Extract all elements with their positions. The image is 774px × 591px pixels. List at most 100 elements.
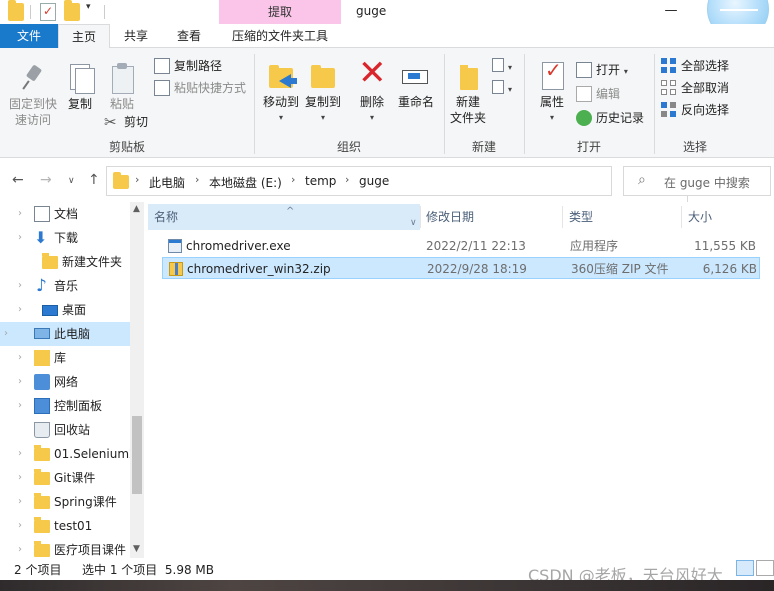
copy-path-label: 复制路径 xyxy=(174,59,223,73)
nav-pane-scrollbar[interactable]: ▲ ▼ xyxy=(130,202,144,558)
nav-item-medical-courseware[interactable]: › 医疗项目课件 xyxy=(0,538,130,558)
recent-locations-chevron-icon[interactable]: ∨ xyxy=(68,176,75,186)
nav-item-recycle-bin[interactable]: 回收站 xyxy=(0,418,130,442)
delete-button[interactable]: ✕ 删除 ▾ xyxy=(354,56,390,126)
nav-item-label: 库 xyxy=(54,351,67,365)
nav-item-label: 音乐 xyxy=(54,279,79,293)
expand-chevron-icon[interactable]: › xyxy=(18,370,22,394)
forward-arrow-icon[interactable]: → xyxy=(40,172,52,188)
easy-access-button[interactable]: ▾ xyxy=(492,78,512,98)
nav-item-downloads[interactable]: › 下载 xyxy=(0,226,130,250)
select-all-button[interactable]: 全部选择 xyxy=(661,56,729,76)
expand-chevron-icon[interactable]: › xyxy=(18,490,22,514)
details-view-icon[interactable] xyxy=(736,560,754,576)
minimize-button[interactable]: — xyxy=(648,0,694,24)
copy-button[interactable]: 复制 xyxy=(62,62,98,112)
scroll-up-icon[interactable]: ▲ xyxy=(133,204,140,214)
customize-quick-access-chevron-icon[interactable]: ▾ xyxy=(86,2,91,12)
history-button[interactable]: 历史记录 xyxy=(576,108,644,128)
breadcrumb-chevron-icon[interactable]: › xyxy=(345,173,349,186)
select-none-button[interactable]: 全部取消 xyxy=(661,78,729,98)
invert-selection-button[interactable]: 反向选择 xyxy=(661,100,729,120)
scroll-down-icon[interactable]: ▼ xyxy=(133,544,140,554)
rename-button[interactable]: 重命名 xyxy=(394,60,438,110)
nav-item-music[interactable]: › 音乐 xyxy=(0,274,130,298)
nav-item-control-panel[interactable]: › 控制面板 xyxy=(0,394,130,418)
scrollbar-thumb[interactable] xyxy=(132,416,142,494)
select-all-label: 全部选择 xyxy=(681,59,730,73)
edit-button[interactable]: 编辑 xyxy=(576,84,620,104)
paste-button[interactable]: 粘贴 xyxy=(104,62,140,112)
expand-chevron-icon[interactable]: › xyxy=(18,538,22,558)
tab-share[interactable]: 共享 xyxy=(112,24,160,48)
column-header-type[interactable]: 类型 xyxy=(563,204,681,230)
expand-chevron-icon[interactable]: › xyxy=(18,346,22,370)
nav-item-libraries[interactable]: › 库 xyxy=(0,346,130,370)
large-icons-view-icon[interactable] xyxy=(756,560,774,576)
nav-item-new-folder[interactable]: 新建文件夹 xyxy=(0,250,130,274)
nav-item-git-courseware[interactable]: › Git课件 xyxy=(0,466,130,490)
nav-item-desktop[interactable]: › 桌面 xyxy=(0,298,130,322)
pin-to-quick-access-button[interactable]: 固定到快 速访问 xyxy=(4,62,62,128)
expand-chevron-icon[interactable]: › xyxy=(18,514,22,538)
invert-selection-icon xyxy=(661,102,677,118)
history-label: 历史记录 xyxy=(596,111,645,125)
back-arrow-icon[interactable]: ← xyxy=(12,172,24,188)
network-icon xyxy=(34,374,50,390)
up-arrow-icon[interactable]: ↑ xyxy=(88,172,100,188)
breadcrumb-chevron-icon[interactable]: › xyxy=(195,173,199,186)
open-button[interactable]: 打开 ▾ xyxy=(576,60,628,80)
nav-item-this-pc[interactable]: › 此电脑 xyxy=(0,322,130,346)
nav-item-selenium2[interactable]: › 01.Selenium2 xyxy=(0,442,130,466)
breadcrumb-temp[interactable]: temp xyxy=(305,174,336,188)
file-row[interactable]: chromedriver_win32.zip 2022/9/28 18:19 3… xyxy=(162,257,760,279)
column-header-modified[interactable]: 修改日期 xyxy=(420,204,562,230)
nav-item-documents[interactable]: › 文档 xyxy=(0,202,130,226)
breadcrumb-chevron-icon[interactable]: › xyxy=(135,173,139,186)
breadcrumb-chevron-icon[interactable]: › xyxy=(291,173,295,186)
properties-icon[interactable] xyxy=(40,3,56,21)
expand-chevron-icon[interactable]: › xyxy=(18,226,22,250)
copy-to-button[interactable]: 复制到 ▾ xyxy=(302,60,344,126)
expand-chevron-icon[interactable]: › xyxy=(18,394,22,418)
breadcrumb-local-disk-e[interactable]: 本地磁盘 (E:) xyxy=(209,174,282,191)
chevron-down-icon: ▾ xyxy=(278,113,283,122)
contextual-tab-extract[interactable]: 提取 xyxy=(219,0,341,24)
address-bar[interactable]: › 此电脑 › 本地磁盘 (E:) › temp › guge ∨ ↻ xyxy=(106,166,709,203)
new-folder-icon[interactable] xyxy=(64,0,80,21)
expand-chevron-icon[interactable]: › xyxy=(18,298,22,322)
filter-chevron-icon[interactable]: ∨ xyxy=(410,210,417,236)
column-header-size[interactable]: 大小 xyxy=(682,204,762,230)
nav-item-spring-courseware[interactable]: › Spring课件 xyxy=(0,490,130,514)
expand-chevron-icon[interactable]: › xyxy=(4,322,8,346)
expand-chevron-icon[interactable]: › xyxy=(18,202,22,226)
column-header-name[interactable]: 名称 ^ ∨ xyxy=(148,204,420,230)
move-to-button[interactable]: 移动到 ▾ xyxy=(260,60,302,126)
chevron-down-icon: ▾ xyxy=(623,67,628,76)
nav-item-network[interactable]: › 网络 xyxy=(0,370,130,394)
new-item-button[interactable]: ▾ xyxy=(492,56,512,76)
file-size: 6,126 KB xyxy=(702,262,757,276)
breadcrumb-guge[interactable]: guge xyxy=(359,174,389,188)
tab-home[interactable]: 主页 xyxy=(58,24,110,49)
file-type: 360压缩 ZIP 文件 xyxy=(571,262,669,276)
paste-shortcut-button[interactable]: 粘贴快捷方式 xyxy=(154,78,246,98)
search-input[interactable]: ⌕ 在 guge 中搜索 xyxy=(623,166,771,196)
expand-chevron-icon[interactable]: › xyxy=(18,466,22,490)
cut-button[interactable]: ✂ 剪切 xyxy=(104,112,148,132)
breadcrumb-this-pc[interactable]: 此电脑 xyxy=(149,174,185,191)
group-label-open: 打开 xyxy=(576,140,601,154)
tab-compressed-folder-tools[interactable]: 压缩的文件夹工具 xyxy=(222,24,338,48)
pin-label: 固定到快 速访问 xyxy=(8,97,57,127)
copy-path-button[interactable]: 复制路径 xyxy=(154,56,222,76)
expand-chevron-icon[interactable]: › xyxy=(18,442,22,466)
nav-item-test01[interactable]: › test01 xyxy=(0,514,130,538)
expand-chevron-icon[interactable]: › xyxy=(18,274,22,298)
file-row[interactable]: chromedriver.exe 2022/2/11 22:13 应用程序 11… xyxy=(162,235,760,257)
new-folder-button[interactable]: 新建 文件夹 xyxy=(448,60,488,126)
file-type: 应用程序 xyxy=(570,239,619,253)
divider xyxy=(104,5,105,19)
properties-button[interactable]: 属性 ▾ xyxy=(532,60,572,126)
tab-file[interactable]: 文件 xyxy=(0,24,58,48)
tab-view[interactable]: 查看 xyxy=(164,24,214,48)
